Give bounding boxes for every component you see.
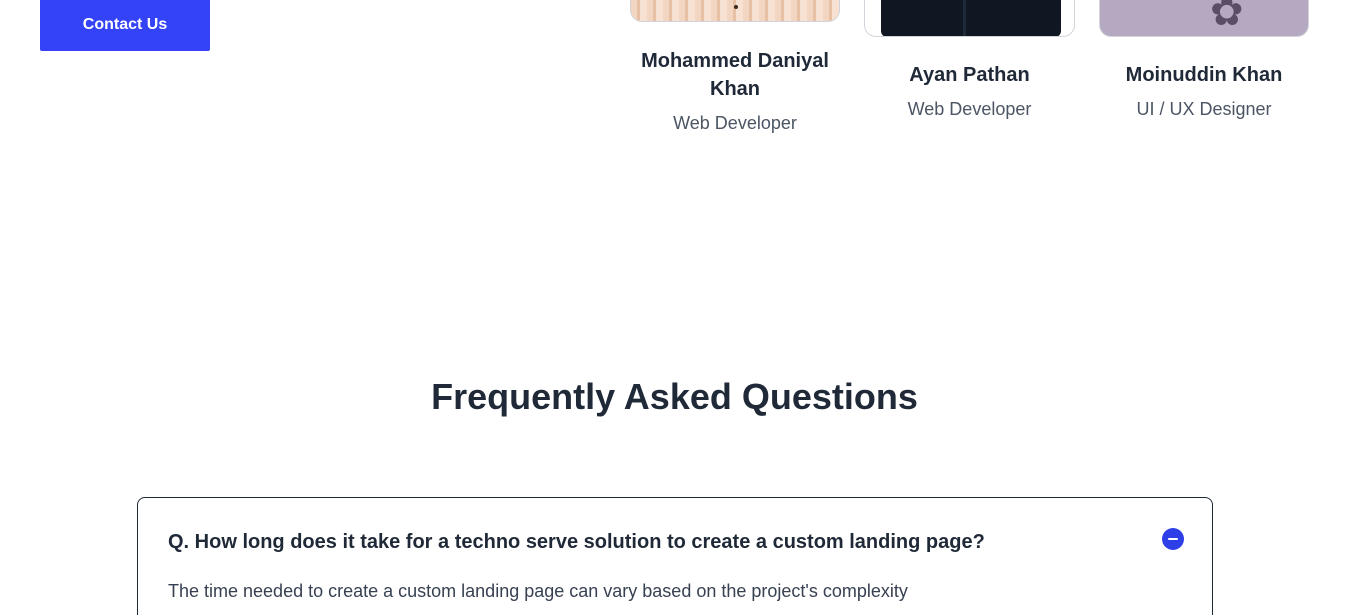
shirt-placket-decoration: [963, 0, 966, 36]
team-member-name-1: Mohammed Daniyal Khan: [641, 50, 829, 100]
faq-question[interactable]: Q. How long does it take for a techno se…: [168, 528, 1128, 556]
faq-answer: The time needed to create a custom landi…: [168, 581, 908, 601]
faq-title: Frequently Asked Questions: [431, 376, 918, 417]
minus-glyph: [1168, 537, 1178, 541]
team-member-photo-2: [864, 0, 1075, 37]
faq-item: Q. How long does it take for a techno se…: [137, 497, 1213, 615]
team-member-role-2: Web Developer: [907, 99, 1032, 119]
team-member-photo-3: ✿: [1099, 0, 1309, 37]
team-member-role-1: Web Developer: [673, 113, 797, 133]
team-member-photo-1: [630, 0, 840, 22]
page: Contact Us Mohammed Daniyal Khan Web Dev…: [0, 0, 1349, 615]
minus-circle-icon[interactable]: [1162, 528, 1184, 550]
team-member-role-3: UI / UX Designer: [1136, 99, 1272, 119]
shirt-button-decoration: [734, 5, 738, 9]
shirt-print-decoration: ✿: [1210, 0, 1244, 35]
team-member-name-3: Moinuddin Khan: [1125, 64, 1283, 86]
team-member-name-2: Ayan Pathan: [909, 64, 1030, 86]
shirt-decoration: [881, 0, 1061, 36]
team-section: Mohammed Daniyal Khan Web Developer Ayan…: [0, 0, 1349, 150]
